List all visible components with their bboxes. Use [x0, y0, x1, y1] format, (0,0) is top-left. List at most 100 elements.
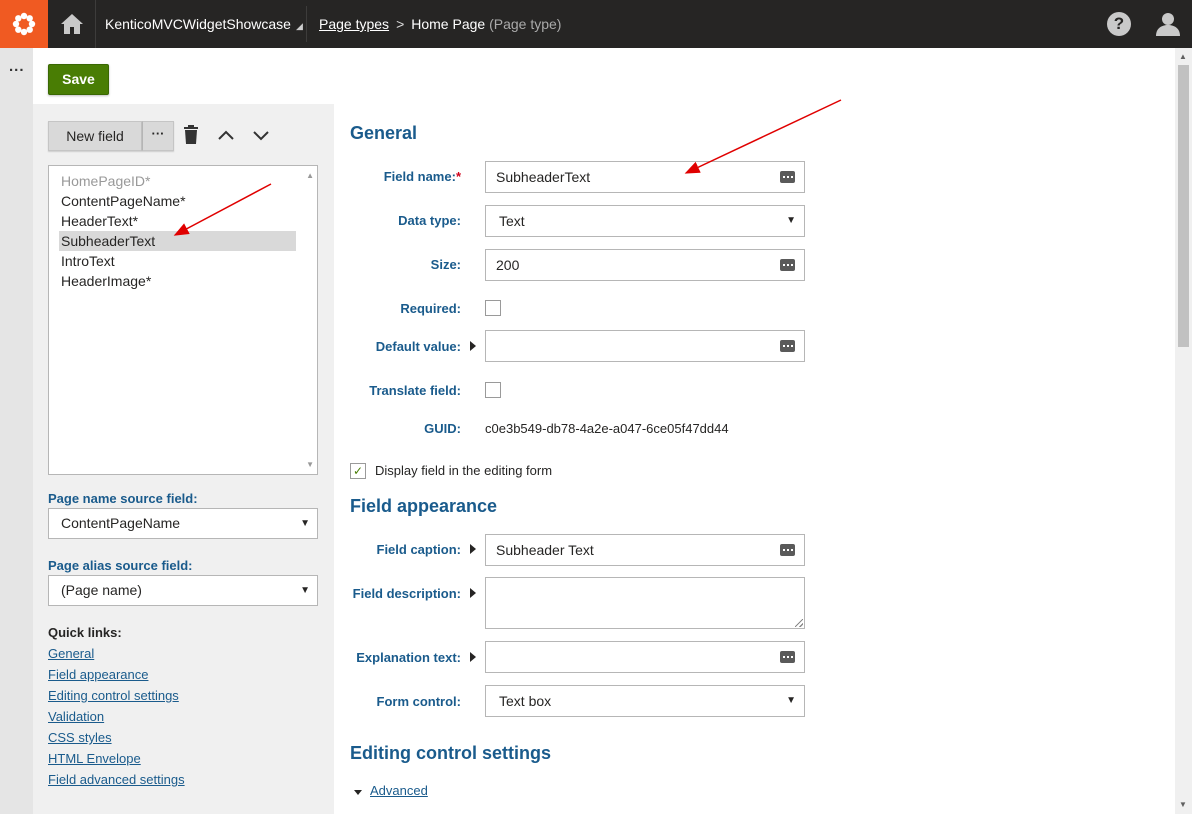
save-button[interactable]: Save — [48, 64, 109, 95]
resize-grip-icon[interactable] — [795, 619, 803, 627]
chevron-down-icon: ▼ — [786, 215, 796, 226]
page-name-source-select[interactable]: ContentPageName ▼ — [48, 508, 318, 539]
page-name-source-value: ContentPageName — [61, 515, 181, 531]
quick-link-html-envelope[interactable]: HTML Envelope — [48, 751, 141, 766]
quick-links-title: Quick links: — [48, 625, 122, 640]
required-label: Required: — [400, 301, 461, 316]
field-list-item-selected[interactable]: SubheaderText — [59, 231, 296, 251]
quick-link-validation[interactable]: Validation — [48, 709, 104, 724]
size-label: Size: — [430, 257, 461, 272]
guid-label: GUID: — [424, 421, 461, 436]
home-icon[interactable] — [48, 0, 96, 48]
scroll-thumb[interactable] — [1178, 65, 1189, 347]
macro-icon[interactable] — [780, 259, 795, 271]
quick-link-field-appearance[interactable]: Field appearance — [48, 667, 148, 682]
chevron-down-icon: ▼ — [300, 518, 310, 529]
macro-icon[interactable] — [780, 171, 795, 183]
help-icon[interactable]: ? — [1107, 12, 1131, 36]
quick-link-advanced-settings[interactable]: Field advanced settings — [48, 772, 185, 787]
form-control-value: Text box — [499, 693, 552, 709]
quick-link-css-styles[interactable]: CSS styles — [48, 730, 112, 745]
field-caption-input[interactable]: Subheader Text — [485, 534, 805, 566]
editing-control-section-title: Editing control settings — [350, 743, 551, 763]
header-divider — [306, 6, 307, 42]
move-down-icon[interactable] — [250, 124, 272, 146]
required-checkbox[interactable] — [485, 300, 501, 316]
field-list-item[interactable]: IntroText — [59, 251, 296, 271]
size-input[interactable]: 200 — [485, 249, 805, 281]
macro-icon[interactable] — [780, 544, 795, 556]
kentico-logo-icon[interactable] — [0, 0, 48, 48]
required-marker: * — [455, 169, 461, 184]
page-alias-source-value: (Page name) — [61, 582, 142, 598]
list-scroll-up-icon[interactable]: ▲ — [306, 171, 314, 180]
site-caret-icon: ◢ — [295, 21, 303, 31]
chevron-down-icon: ▼ — [786, 695, 796, 706]
page-scrollbar[interactable]: ▲ ▼ — [1175, 48, 1192, 814]
size-value: 200 — [496, 257, 520, 273]
default-value-label: Default value: — [375, 339, 461, 354]
delete-icon[interactable] — [180, 124, 202, 146]
expand-arrow-icon[interactable] — [470, 341, 476, 351]
field-name-label-text: Field name: — [383, 169, 456, 184]
collapse-arrow-icon[interactable] — [354, 790, 362, 795]
macro-icon[interactable] — [780, 651, 795, 663]
quick-link-editing-control[interactable]: Editing control settings — [48, 688, 179, 703]
field-name-input[interactable]: SubheaderText — [485, 161, 805, 193]
field-description-label: Field description: — [352, 586, 461, 601]
list-scroll-down-icon[interactable]: ▼ — [306, 460, 314, 469]
field-list-item[interactable]: HeaderText* — [59, 211, 296, 231]
more-menu-icon[interactable]: ... — [9, 59, 25, 74]
data-type-label: Data type: — [398, 213, 461, 228]
general-section-title: General — [350, 123, 418, 143]
side-strip: ... — [0, 48, 33, 814]
display-field-checkbox[interactable]: ✓ — [350, 463, 366, 479]
field-list-item[interactable]: HomePageID* — [59, 171, 296, 191]
quick-link-general[interactable]: General — [48, 646, 94, 661]
advanced-link[interactable]: Advanced — [370, 783, 428, 798]
default-value-input[interactable] — [485, 330, 805, 362]
form-control-select[interactable]: Text box ▼ — [485, 685, 805, 717]
new-field-more-button[interactable]: ··· — [142, 121, 174, 151]
macro-icon[interactable] — [780, 340, 795, 352]
new-field-button[interactable]: New field — [48, 121, 142, 151]
user-icon[interactable] — [1154, 10, 1182, 38]
field-list-item[interactable]: ContentPageName* — [59, 191, 296, 211]
explanation-text-input[interactable] — [485, 641, 805, 673]
page-name-source-label: Page name source field: — [48, 491, 198, 506]
breadcrumb-page-types-link[interactable]: Page types — [319, 16, 389, 32]
translate-field-checkbox[interactable] — [485, 382, 501, 398]
field-description-textarea[interactable] — [485, 577, 805, 629]
guid-value: c0e3b549-db78-4a2e-a047-6ce05f47dd44 — [485, 421, 729, 436]
field-list-item[interactable]: HeaderImage* — [59, 271, 296, 291]
translate-field-label: Translate field: — [369, 383, 461, 398]
site-selector[interactable]: KenticoMVCWidgetShowcase ◢ — [105, 0, 303, 48]
explanation-text-label: Explanation text: — [356, 650, 461, 665]
breadcrumb-suffix: (Page type) — [489, 16, 562, 32]
expand-arrow-icon[interactable] — [470, 588, 476, 598]
display-field-label: Display field in the editing form — [375, 463, 553, 478]
form-control-label: Form control: — [376, 694, 462, 709]
site-name: KenticoMVCWidgetShowcase — [105, 16, 291, 32]
breadcrumb-separator: > — [396, 16, 405, 32]
breadcrumb: Page types > Home Page (Page type) — [319, 0, 561, 48]
page-alias-source-select[interactable]: (Page name) ▼ — [48, 575, 318, 606]
field-caption-value: Subheader Text — [496, 542, 594, 558]
top-bar: KenticoMVCWidgetShowcase ◢ Page types > Hom… — [0, 0, 1192, 48]
action-bar — [33, 48, 1175, 104]
field-caption-label: Field caption: — [376, 542, 462, 557]
expand-arrow-icon[interactable] — [470, 652, 476, 662]
expand-arrow-icon[interactable] — [470, 544, 476, 554]
move-up-icon[interactable] — [215, 124, 237, 146]
data-type-select[interactable]: Text ▼ — [485, 205, 805, 237]
chevron-down-icon: ▼ — [300, 585, 310, 596]
field-appearance-section-title: Field appearance — [350, 496, 498, 516]
data-type-value: Text — [499, 213, 525, 229]
field-name-label: Field name:* — [384, 169, 461, 184]
field-name-value: SubheaderText — [496, 169, 591, 185]
page-alias-source-label: Page alias source field: — [48, 558, 193, 573]
field-list[interactable]: HomePageID* ContentPageName* HeaderText*… — [48, 165, 318, 475]
scroll-up-icon[interactable]: ▲ — [1179, 52, 1187, 61]
scroll-down-icon[interactable]: ▼ — [1179, 800, 1187, 809]
breadcrumb-current: Home Page — [411, 16, 486, 32]
